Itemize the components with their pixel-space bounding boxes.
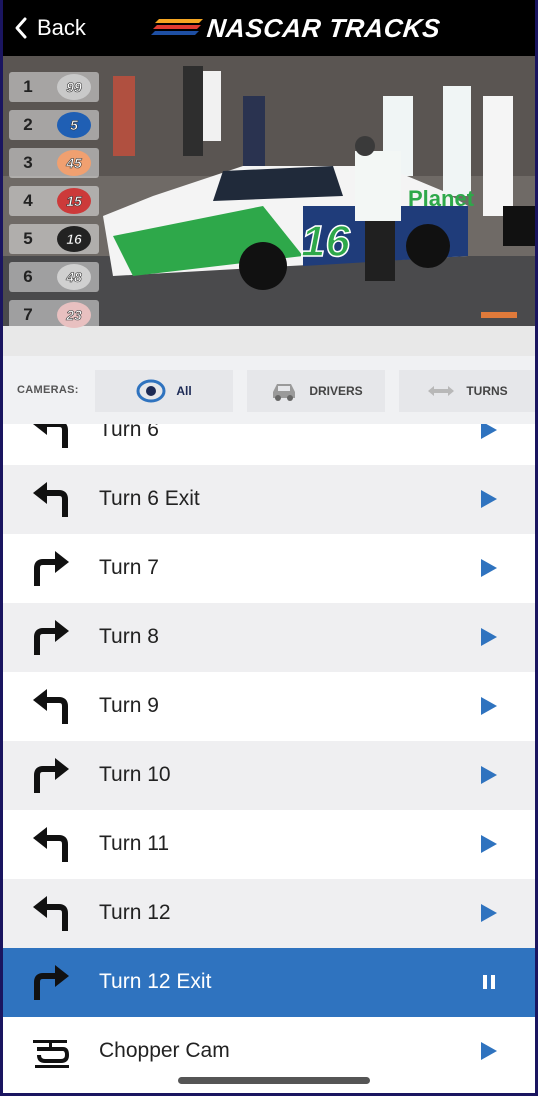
list-item-active[interactable]: Turn 12 Exit <box>3 948 535 1017</box>
car-number-badge: 15 <box>57 188 91 214</box>
list-item-label: Turn 6 <box>99 424 159 441</box>
nascar-stripes-icon <box>151 19 203 35</box>
list-item[interactable]: Turn 9 <box>3 672 535 741</box>
pause-icon[interactable] <box>480 972 498 992</box>
svg-text:Planet: Planet <box>408 186 475 211</box>
filter-all-button[interactable]: All <box>95 370 233 412</box>
car-number-badge: 45 <box>57 150 91 176</box>
list-item[interactable]: Turn 10 <box>3 741 535 810</box>
app-header: Back NASCAR TRACKS <box>3 0 535 56</box>
filter-drivers-label: DRIVERS <box>309 384 363 398</box>
camera-filter-bar: CAMERAS: All DRIVERS TURNS <box>3 356 535 424</box>
position-number: 6 <box>23 267 33 286</box>
position-row: 3 45 <box>3 144 103 182</box>
list-item-label: Turn 8 <box>99 625 159 648</box>
list-item-label: Turn 6 Exit <box>99 487 200 510</box>
car-icon <box>273 384 296 401</box>
brand-logo: NASCAR TRACKS <box>151 10 442 46</box>
list-item[interactable]: Turn 7 <box>3 534 535 603</box>
list-item-label: Turn 12 <box>99 901 171 924</box>
car-number-badge: 5 <box>57 112 91 138</box>
list-item-label: Turn 9 <box>99 694 159 717</box>
list-item[interactable]: Turn 6 Exit <box>3 465 535 534</box>
list-item-label: Chopper Cam <box>99 1039 230 1062</box>
filter-all-label: All <box>176 384 192 398</box>
position-number: 3 <box>23 153 33 172</box>
list-item-label: Turn 11 <box>99 832 170 855</box>
running-order: 1 99 2 5 3 45 4 15 5 16 6 48 7 23 <box>3 68 103 334</box>
turn-left-icon <box>33 896 68 931</box>
turn-left-icon <box>33 424 68 448</box>
app-title: NASCAR TRACKS <box>205 12 442 43</box>
position-row: 4 15 <box>3 182 103 220</box>
turn-right-icon <box>34 620 69 655</box>
position-number: 4 <box>23 191 33 210</box>
list-item-label: Turn 10 <box>99 763 171 786</box>
play-icon[interactable] <box>480 558 498 578</box>
play-icon[interactable] <box>480 696 498 716</box>
position-number: 1 <box>23 77 33 96</box>
play-icon[interactable] <box>480 765 498 785</box>
position-number: 5 <box>23 229 33 248</box>
back-button[interactable]: Back <box>13 13 86 43</box>
car-number-badge: 16 <box>57 226 91 252</box>
play-icon[interactable] <box>480 903 498 923</box>
car-number-badge: 99 <box>57 74 91 100</box>
chevron-left-icon <box>15 17 27 39</box>
turn-left-icon <box>33 827 68 862</box>
position-row: 2 5 <box>3 106 103 144</box>
video-player[interactable]: 16 Planet 1 99 2 5 3 45 4 15 5 16 6 48 7… <box>3 56 535 356</box>
turn-right-icon <box>34 965 69 1000</box>
position-number: 2 <box>23 115 33 134</box>
turn-right-icon <box>34 551 69 586</box>
car-number-badge: 23 <box>57 302 91 328</box>
play-icon[interactable] <box>480 627 498 647</box>
list-item[interactable]: Turn 11 <box>3 810 535 879</box>
list-item[interactable]: Chopper Cam <box>3 1017 535 1086</box>
app-frame: Back NASCAR TRACKS 16 Planet 1 99 2 5 3 … <box>3 0 535 1093</box>
car-number-badge: 48 <box>57 264 91 290</box>
list-item[interactable]: Turn 12 <box>3 879 535 948</box>
turn-right-icon <box>34 758 69 793</box>
helicopter-icon <box>33 1040 70 1068</box>
list-item[interactable]: Turn 6 <box>3 424 535 465</box>
turn-left-icon <box>33 689 68 724</box>
filter-drivers-button[interactable]: DRIVERS <box>247 370 385 412</box>
list-item[interactable]: Turn 8 <box>3 603 535 672</box>
position-row: 6 48 <box>3 258 103 296</box>
play-icon[interactable] <box>480 834 498 854</box>
list-item-label: Turn 7 <box>99 556 159 579</box>
position-number: 7 <box>23 305 33 324</box>
back-label: Back <box>37 15 86 40</box>
camera-list[interactable]: Turn 6 Turn 6 Exit Turn 7 Turn 8 Turn 9 … <box>3 424 535 1093</box>
play-icon[interactable] <box>480 1041 498 1061</box>
eye-icon <box>136 379 166 403</box>
play-icon[interactable] <box>480 424 498 440</box>
filter-turns-label: TURNS <box>466 384 508 398</box>
svg-text:16: 16 <box>301 217 350 266</box>
home-indicator[interactable] <box>178 1077 370 1084</box>
position-row: 1 99 <box>3 68 103 106</box>
double-arrow-icon <box>428 386 455 396</box>
list-item-label: Turn 12 Exit <box>99 970 212 993</box>
position-row: 5 16 <box>3 220 103 258</box>
play-icon[interactable] <box>480 489 498 509</box>
filter-turns-button[interactable]: TURNS <box>399 370 535 412</box>
cameras-label: CAMERAS: <box>17 384 79 396</box>
position-row: 7 23 <box>3 296 103 334</box>
turn-left-icon <box>33 482 68 517</box>
